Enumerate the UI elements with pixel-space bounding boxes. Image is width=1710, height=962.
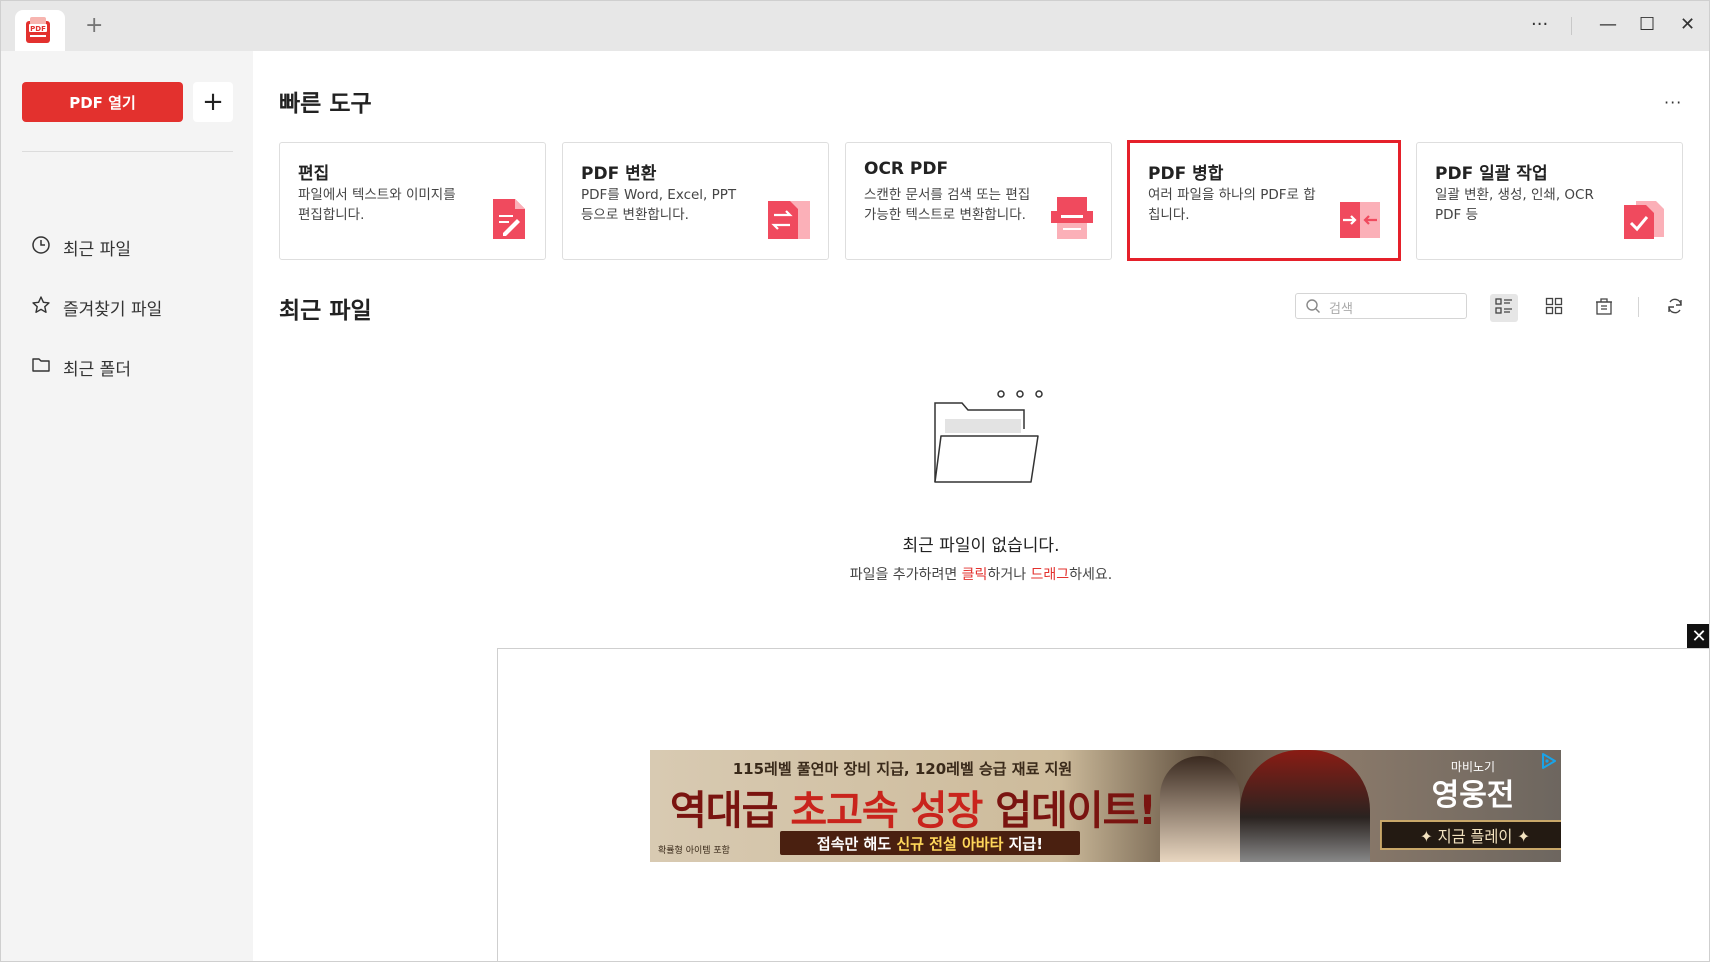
ad-sub-part: 접속만 해도 bbox=[816, 835, 897, 853]
sidebar: PDF 열기 + 최근 파일 즐겨찾기 파일 최근 폴더 bbox=[1, 51, 253, 961]
empty-folder-icon bbox=[931, 386, 1051, 490]
ad-headline-part: 업데이트! bbox=[982, 788, 1156, 834]
empty-hint-mid: 하거나 bbox=[987, 567, 1031, 583]
clear-list-button[interactable] bbox=[1590, 294, 1618, 322]
trash-bin-icon bbox=[1594, 297, 1614, 319]
empty-state-title: 최근 파일이 없습니다. bbox=[902, 536, 1060, 556]
ad-character-image bbox=[1160, 756, 1240, 862]
ad-brand-logo: 영웅전 bbox=[1431, 778, 1515, 813]
card-desc: 파일에서 텍스트와 이미지를 편집합니다. bbox=[298, 187, 456, 223]
card-title: OCR PDF bbox=[864, 159, 949, 179]
quick-tools-title: 빠른 도구 bbox=[279, 91, 372, 117]
ad-headline-highlight: 초고속 성장 bbox=[790, 788, 983, 834]
minimize-button[interactable]: — bbox=[1599, 15, 1617, 35]
adchoices-icon[interactable] bbox=[1540, 752, 1558, 770]
sidebar-item-label: 최근 파일 bbox=[63, 239, 131, 260]
ocr-scan-icon bbox=[1049, 195, 1095, 245]
card-desc: 여러 파일을 하나의 PDF로 합칩니다. bbox=[1148, 187, 1316, 223]
tool-card-merge[interactable]: PDF 병합 여러 파일을 하나의 PDF로 합칩니다. bbox=[1127, 140, 1401, 261]
empty-hint-suffix: 하세요. bbox=[1069, 567, 1113, 583]
ad-headline: 역대급 초고속 성장 업데이트! bbox=[670, 778, 1157, 836]
titlebar-divider bbox=[1571, 17, 1572, 35]
tool-card-ocr[interactable]: OCR PDF 스캔한 문서를 검색 또는 편집 가능한 텍스트로 변환합니다. bbox=[845, 142, 1112, 260]
star-icon bbox=[31, 295, 63, 320]
empty-state-hint: 파일을 추가하려면 클릭하거나 드래그하세요. bbox=[1, 564, 1709, 584]
drag-link[interactable]: 드래그 bbox=[1031, 567, 1070, 583]
ad-play-button[interactable]: ✦ 지금 플레이 ✦ bbox=[1380, 820, 1561, 850]
card-desc: 일괄 변환, 생성, 인쇄, OCR PDF 등 bbox=[1435, 187, 1594, 223]
new-tab-button[interactable]: + bbox=[85, 15, 103, 37]
search-placeholder: 검색 bbox=[1329, 302, 1353, 317]
edit-doc-icon bbox=[489, 197, 529, 245]
window-more-button[interactable]: ··· bbox=[1531, 15, 1548, 35]
refresh-button[interactable] bbox=[1661, 294, 1689, 322]
ad-knight-image bbox=[1240, 750, 1370, 862]
sidebar-item-label: 즐겨찾기 파일 bbox=[63, 299, 163, 320]
ad-banner[interactable]: 115레벨 풀연마 장비 지급, 120레벨 승급 재료 지원 역대급 초고속 … bbox=[650, 750, 1561, 862]
ad-subline: 접속만 해도 신규 전설 아바타 지급! bbox=[780, 833, 1080, 854]
clock-icon bbox=[31, 235, 63, 260]
sidebar-item-favorite-files[interactable]: 즐겨찾기 파일 bbox=[31, 293, 162, 321]
toolbar-divider bbox=[1638, 297, 1639, 317]
ad-sub-highlight: 신규 전설 아바타 bbox=[896, 835, 1004, 853]
quick-tools-more-button[interactable]: ··· bbox=[1664, 93, 1682, 112]
ad-headline-part: 역대급 bbox=[670, 788, 791, 834]
sidebar-divider bbox=[22, 151, 233, 152]
card-title: 편집 bbox=[298, 164, 330, 184]
card-desc: PDF를 Word, Excel, PPT 등으로 변환합니다. bbox=[581, 187, 737, 223]
grid-view-icon bbox=[1545, 297, 1563, 319]
tool-card-batch[interactable]: PDF 일괄 작업 일괄 변환, 생성, 인쇄, OCR PDF 등 bbox=[1416, 142, 1683, 260]
card-title: PDF 변환 bbox=[581, 164, 657, 184]
ad-top-line: 115레벨 풀연마 장비 지급, 120레벨 승급 재료 지원 bbox=[732, 760, 1073, 778]
sidebar-item-label: 최근 폴더 bbox=[63, 359, 131, 380]
recent-files-title: 최근 파일 bbox=[279, 298, 372, 324]
ad-close-button[interactable]: ✕ bbox=[1687, 624, 1709, 648]
refresh-icon bbox=[1666, 297, 1684, 319]
app-logo-icon: PDF bbox=[14, 9, 62, 53]
grid-view-button[interactable] bbox=[1540, 294, 1568, 322]
app-window: PDF + ··· — ☐ ✕ PDF 열기 + 최근 파일 즐겨찾기 파일 최… bbox=[0, 0, 1710, 962]
sidebar-item-recent-folders[interactable]: 최근 폴더 bbox=[31, 353, 131, 381]
list-view-icon bbox=[1495, 297, 1513, 319]
tool-card-convert[interactable]: PDF 변환 PDF를 Word, Excel, PPT 등으로 변환합니다. bbox=[562, 142, 829, 260]
title-bar: PDF + ··· — ☐ ✕ bbox=[1, 1, 1709, 51]
card-desc: 스캔한 문서를 검색 또는 편집 가능한 텍스트로 변환합니다. bbox=[864, 187, 1031, 223]
add-button[interactable]: + bbox=[193, 82, 233, 122]
empty-hint-prefix: 파일을 추가하려면 bbox=[849, 567, 962, 583]
folder-icon bbox=[31, 355, 63, 380]
app-logo-text: PDF bbox=[30, 25, 46, 33]
convert-icon bbox=[766, 199, 812, 245]
card-title: PDF 일괄 작업 bbox=[1435, 164, 1548, 184]
list-view-button[interactable] bbox=[1490, 294, 1518, 322]
merge-icon bbox=[1338, 198, 1382, 244]
search-input[interactable]: 검색 bbox=[1295, 293, 1467, 319]
ad-disclaimer: 확률형 아이템 포함 bbox=[658, 846, 730, 856]
maximize-button[interactable]: ☐ bbox=[1639, 15, 1655, 35]
sidebar-item-recent-files[interactable]: 최근 파일 bbox=[31, 233, 131, 261]
card-title: PDF 병합 bbox=[1148, 164, 1224, 184]
batch-check-icon bbox=[1622, 199, 1666, 245]
tool-card-edit[interactable]: 편집 파일에서 텍스트와 이미지를 편집합니다. bbox=[279, 142, 546, 260]
search-icon bbox=[1305, 298, 1321, 318]
click-link[interactable]: 클릭 bbox=[962, 567, 988, 583]
close-window-button[interactable]: ✕ bbox=[1680, 15, 1695, 35]
ad-sub-part: 지급! bbox=[1003, 835, 1044, 853]
open-pdf-button[interactable]: PDF 열기 bbox=[22, 82, 183, 122]
